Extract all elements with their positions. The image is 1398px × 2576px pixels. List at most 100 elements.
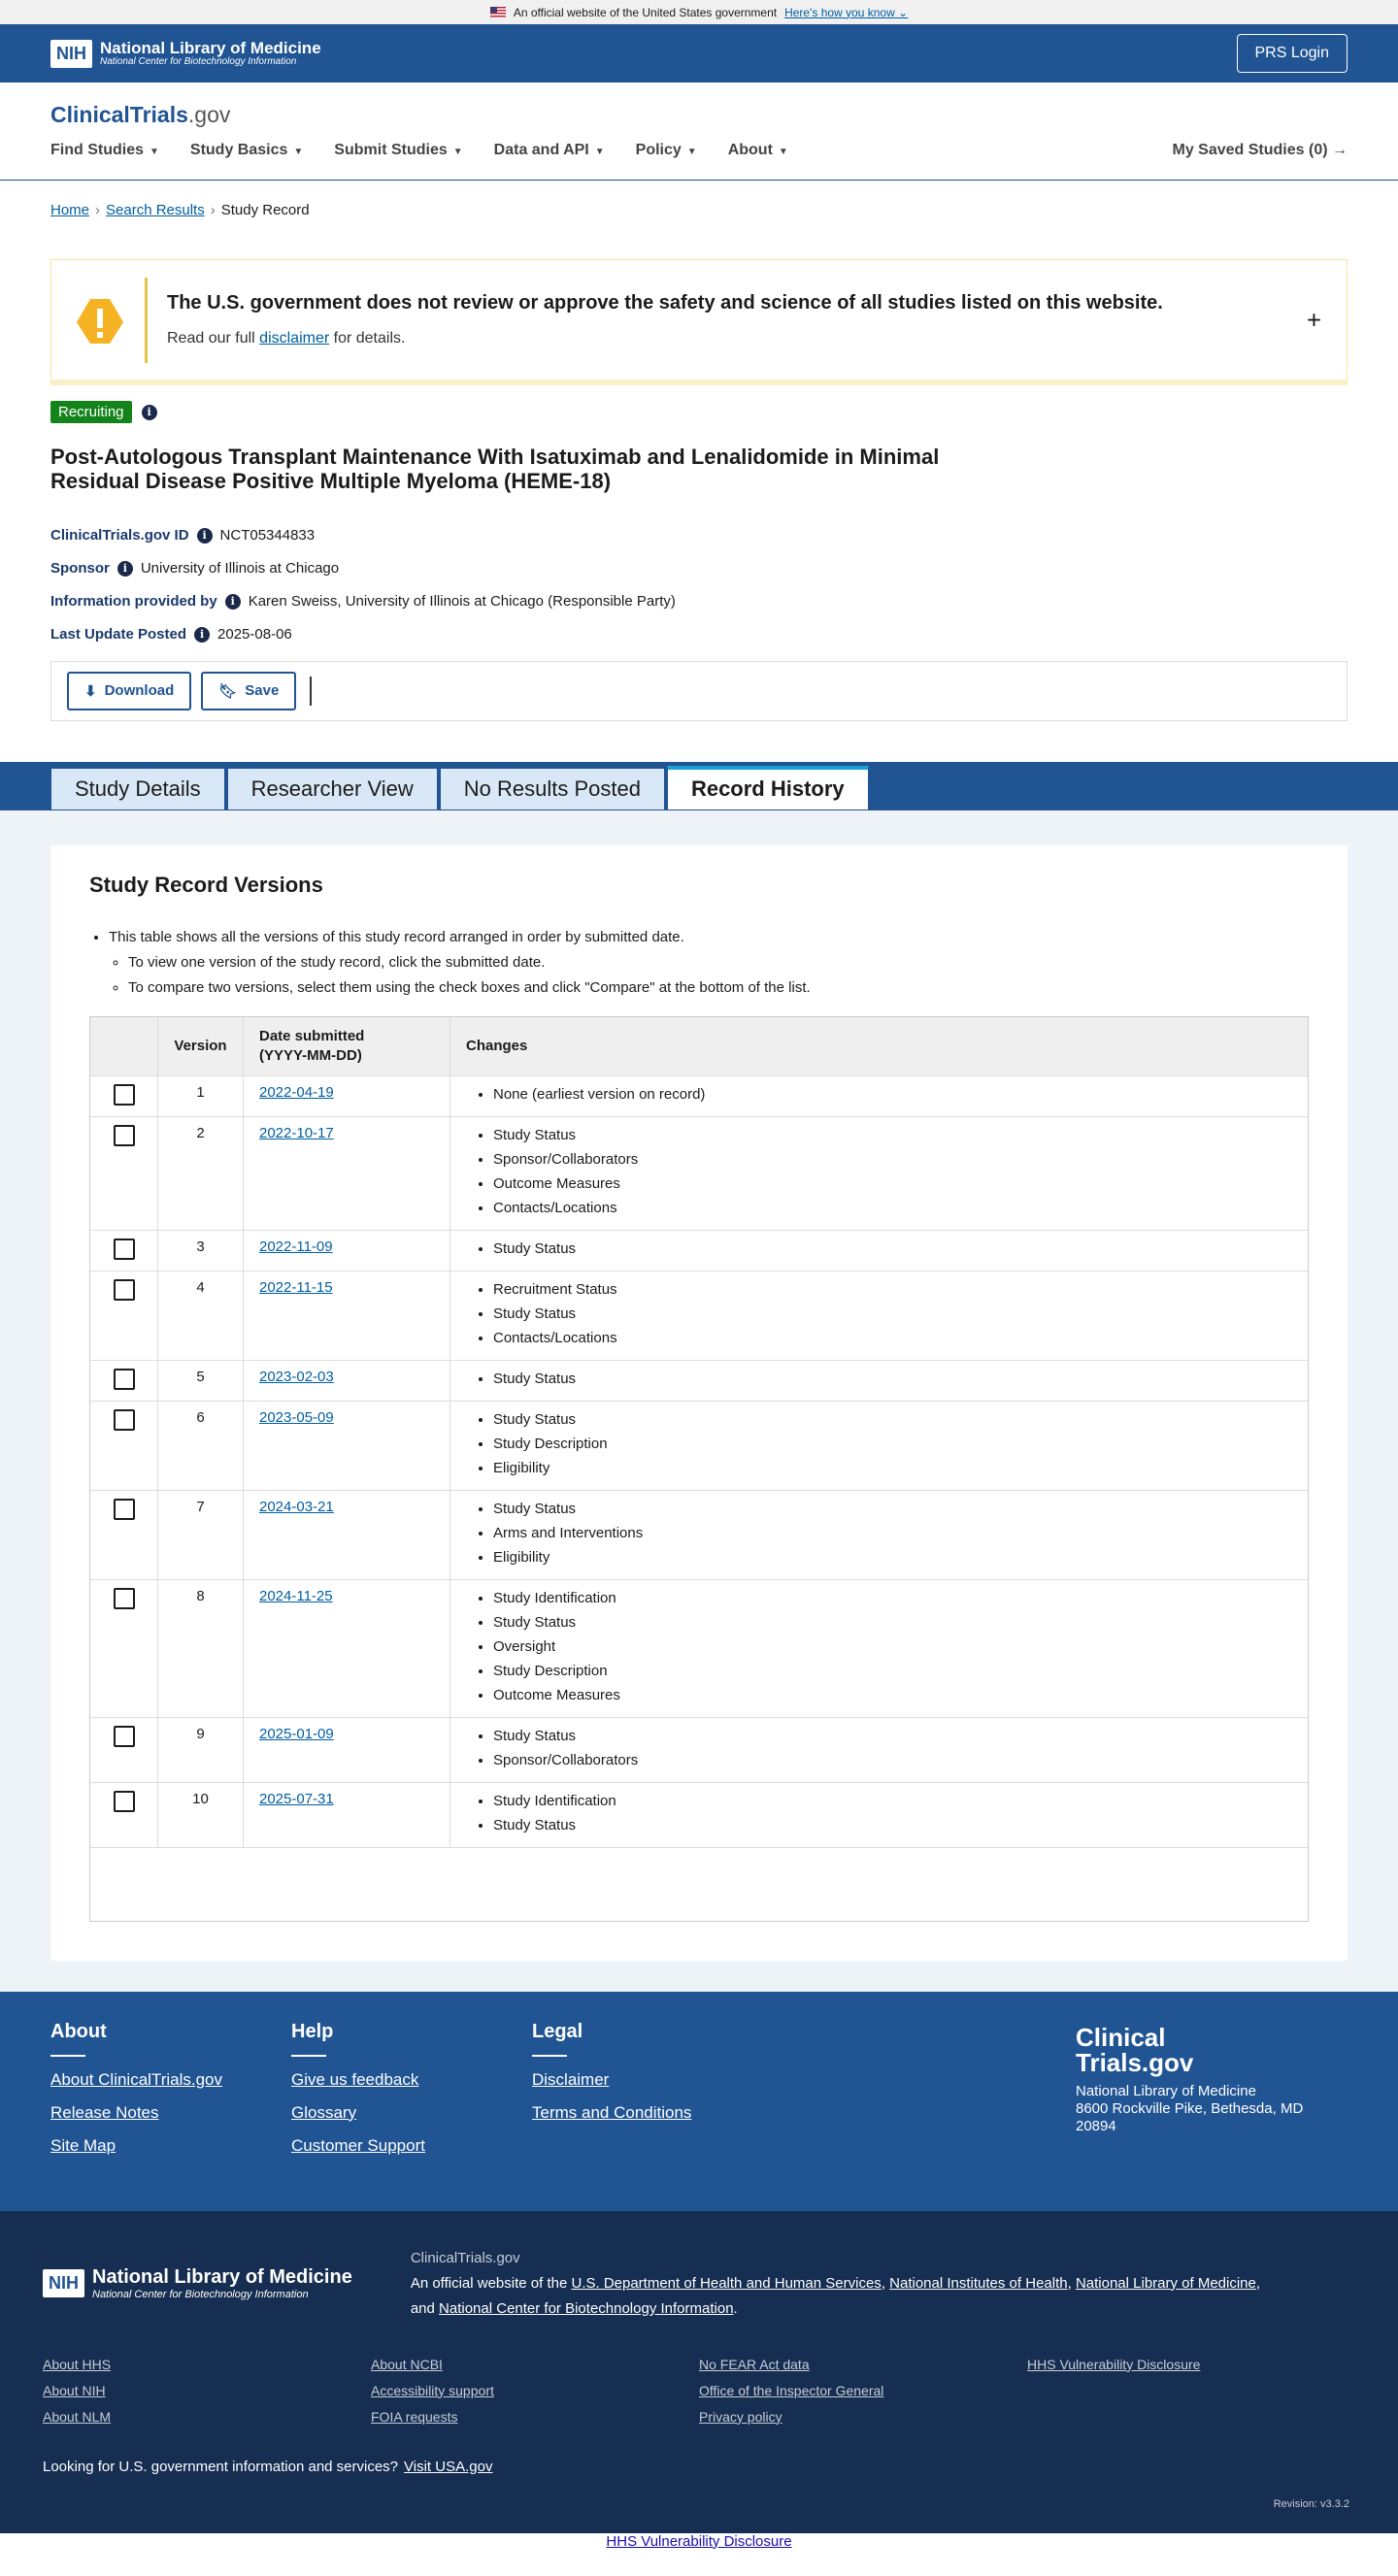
- version-date-link[interactable]: 2022-11-09: [259, 1238, 333, 1255]
- breadcrumb-search-results[interactable]: Search Results: [106, 202, 205, 218]
- info-icon[interactable]: i: [141, 404, 157, 420]
- site-header: ClinicalTrials.gov Find Studies ▼ Study B…: [0, 83, 1398, 181]
- nav-data-and-api[interactable]: Data and API ▼: [494, 142, 605, 159]
- change-item: Sponsor/Collaborators: [493, 1147, 1292, 1172]
- table-row: 9 2025-01-09 Study StatusSponsor/Collabora…: [90, 1716, 1308, 1782]
- us-flag-icon: [489, 7, 506, 17]
- compare-checkbox[interactable]: [113, 1725, 135, 1747]
- tab-no-results-posted[interactable]: No Results Posted: [439, 767, 665, 810]
- page-tail: HHS Vulnerability Disclosure: [0, 2533, 1398, 2550]
- chevron-down-icon: ▼: [594, 147, 605, 157]
- version-date-link[interactable]: 2023-05-09: [259, 1409, 334, 1426]
- version-date-link[interactable]: 2025-07-31: [259, 1791, 334, 1807]
- info-icon[interactable]: i: [224, 593, 241, 610]
- usa-gov-line: Looking for U.S. government information …: [43, 2458, 493, 2475]
- version-number: 3: [158, 1230, 244, 1271]
- compare-checkbox[interactable]: [113, 1238, 135, 1260]
- tab-researcher-view[interactable]: Researcher View: [226, 767, 438, 810]
- prs-login-button[interactable]: PRS Login: [1236, 34, 1348, 73]
- clinicaltrials-logo[interactable]: ClinicalTrials.gov: [50, 102, 1348, 128]
- change-item: Contacts/Locations: [493, 1196, 1292, 1220]
- tab-record-history[interactable]: Record History: [666, 765, 869, 810]
- footer-link[interactable]: Disclaimer: [532, 2070, 773, 2090]
- nav-policy[interactable]: Policy ▼: [636, 142, 697, 159]
- nlm-footer-links: About HHS About NIH About NLM About NCBI Ac…: [43, 2356, 1201, 2425]
- version-number: 4: [158, 1271, 244, 1360]
- compare-checkbox[interactable]: [113, 1408, 135, 1431]
- compare-checkbox[interactable]: [113, 1124, 135, 1146]
- version-date-link[interactable]: 2022-11-15: [259, 1279, 333, 1296]
- last-update-value: 2025-08-06: [217, 626, 292, 644]
- chevron-right-icon: ›: [210, 202, 216, 218]
- revision-text: Revision: v3.3.2: [1273, 2497, 1349, 2510]
- footer-ct-logo[interactable]: Clinical Trials.gov: [1076, 2025, 1348, 2075]
- breadcrumb-home[interactable]: Home: [50, 202, 89, 218]
- table-row: 4 2022-11-15 Recruitment StatusStudy Statu…: [90, 1270, 1308, 1360]
- expand-plus-icon[interactable]: +: [1307, 305, 1321, 335]
- chevron-right-icon: ›: [95, 202, 101, 218]
- change-item: Eligibility: [493, 1456, 1292, 1480]
- compare-checkbox[interactable]: [113, 1587, 135, 1609]
- compare-checkbox[interactable]: [113, 1790, 135, 1812]
- disclaimer-title: The U.S. government does not review or a…: [167, 292, 1163, 314]
- info-provided-value: Karen Sweiss, University of Illinois at …: [248, 593, 676, 611]
- compare-checkbox[interactable]: [113, 1278, 135, 1301]
- version-date-link[interactable]: 2024-11-25: [259, 1588, 333, 1604]
- download-button[interactable]: ⬇ Download: [67, 671, 192, 710]
- content-area: Study Record Versions This table shows a…: [0, 809, 1398, 1992]
- footer-link[interactable]: Terms and Conditions: [532, 2103, 773, 2123]
- version-date-link[interactable]: 2025-01-09: [259, 1726, 334, 1742]
- change-item: Study Description: [493, 1659, 1292, 1683]
- footer-legal: Legal Disclaimer Terms and Conditions: [532, 2021, 773, 2172]
- nih-logo[interactable]: NIH National Library of Medicine Nationa…: [50, 39, 321, 68]
- version-date-link[interactable]: 2023-02-03: [259, 1369, 334, 1385]
- tab-study-details[interactable]: Study Details: [50, 767, 225, 810]
- info-icon[interactable]: i: [194, 626, 211, 643]
- save-button[interactable]: 🔖︎ Save: [201, 671, 297, 710]
- nav-about[interactable]: About ▼: [728, 142, 788, 159]
- version-number: 1: [158, 1075, 244, 1116]
- nav-find-studies[interactable]: Find Studies ▼: [50, 142, 159, 159]
- breadcrumb: Home › Search Results › Study Record: [0, 181, 1398, 240]
- versions-notes: This table shows all the versions of thi…: [89, 925, 1309, 1001]
- compare-checkbox[interactable]: [113, 1083, 135, 1106]
- footer-address: National Library of Medicine 8600 Rockvil…: [1076, 2082, 1304, 2134]
- version-date-link[interactable]: 2022-10-17: [259, 1125, 334, 1141]
- version-number: 10: [158, 1782, 244, 1847]
- change-item: Study Identification: [493, 1789, 1292, 1813]
- status-badge: Recruiting: [50, 401, 132, 423]
- version-number: 9: [158, 1717, 244, 1782]
- footer-link[interactable]: Give us feedback: [291, 2070, 532, 2090]
- version-number: 2: [158, 1116, 244, 1230]
- usa-gov-link[interactable]: Visit USA.gov: [404, 2459, 492, 2475]
- gov-banner-text: An official website of the United States…: [513, 5, 778, 19]
- footer-link[interactable]: Release Notes: [50, 2103, 291, 2123]
- footer-link[interactable]: Customer Support: [291, 2136, 532, 2156]
- compare-checkbox[interactable]: [113, 1368, 135, 1390]
- chevron-down-icon: ▼: [293, 147, 304, 157]
- table-header: Version Date submitted (YYYY-MM-DD) Chang…: [90, 1016, 1308, 1075]
- table-row: 1 2022-04-19 None (earliest version on rec…: [90, 1074, 1308, 1116]
- disclaimer-link[interactable]: disclaimer: [259, 330, 329, 347]
- info-icon[interactable]: i: [116, 560, 133, 577]
- nav-submit-studies[interactable]: Submit Studies ▼: [334, 142, 462, 159]
- note-item: To view one version of the study record,…: [128, 950, 1309, 975]
- version-date-link[interactable]: 2024-03-21: [259, 1499, 334, 1515]
- compare-checkbox[interactable]: [113, 1498, 135, 1520]
- nav-study-basics[interactable]: Study Basics ▼: [190, 142, 303, 159]
- versions-heading: Study Record Versions: [89, 872, 323, 897]
- hhs-vulnerability-link[interactable]: HHS Vulnerability Disclosure: [606, 2533, 791, 2550]
- change-item: Arms and Interventions: [493, 1521, 1292, 1545]
- heres-how-you-know-link[interactable]: Here's how you know ⌄: [784, 6, 908, 19]
- nlm-footer-logo[interactable]: NIH National Library of Medicine National…: [43, 2246, 352, 2322]
- footer-link[interactable]: Site Map: [50, 2136, 291, 2156]
- table-row: 10 2025-07-31 Study IdentificationStudy St…: [90, 1781, 1308, 1847]
- sponsor-label: Sponsor: [50, 560, 110, 578]
- my-saved-studies-link[interactable]: My Saved Studies (0) →: [1173, 142, 1348, 159]
- info-icon[interactable]: i: [196, 527, 213, 544]
- footer-link[interactable]: About ClinicalTrials.gov: [50, 2070, 291, 2090]
- footer-link[interactable]: Glossary: [291, 2103, 532, 2123]
- version-number: 8: [158, 1579, 244, 1717]
- version-date-link[interactable]: 2022-04-19: [259, 1084, 334, 1101]
- gov-banner: An official website of the United States…: [0, 0, 1398, 24]
